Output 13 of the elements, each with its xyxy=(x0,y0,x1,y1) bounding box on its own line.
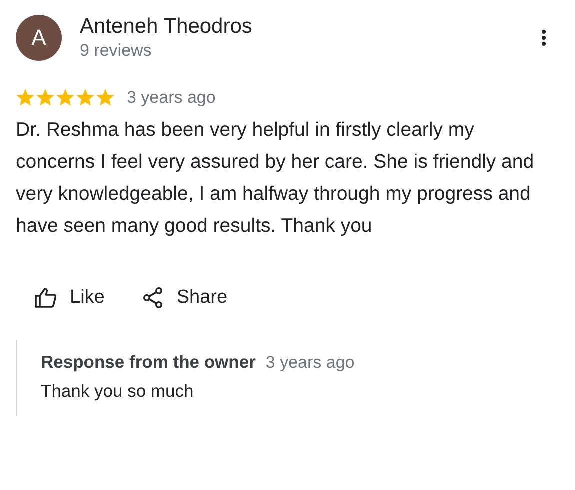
response-time: 3 years ago xyxy=(266,353,355,373)
response-title: Response from the owner xyxy=(41,352,256,373)
reviewer-name[interactable]: Anteneh Theodros xyxy=(80,14,523,40)
share-button[interactable]: Share xyxy=(140,282,228,314)
more-options-icon[interactable] xyxy=(541,29,547,47)
like-button[interactable]: Like xyxy=(34,282,105,314)
avatar: A xyxy=(16,15,62,61)
response-text: Thank you so much xyxy=(41,381,195,402)
share-icon xyxy=(140,286,165,310)
review-count: 9 reviews xyxy=(80,40,153,62)
thumbs-up-icon xyxy=(34,286,58,310)
review-time: 3 years ago xyxy=(127,88,216,108)
review-text: Dr. Reshma has been very helpful in firstly clearly my concerns I feel very assured by her care. She is friendly and very knowledgeable, I am halfway through my progress and have seen many good results. Thank you xyxy=(16,118,536,239)
